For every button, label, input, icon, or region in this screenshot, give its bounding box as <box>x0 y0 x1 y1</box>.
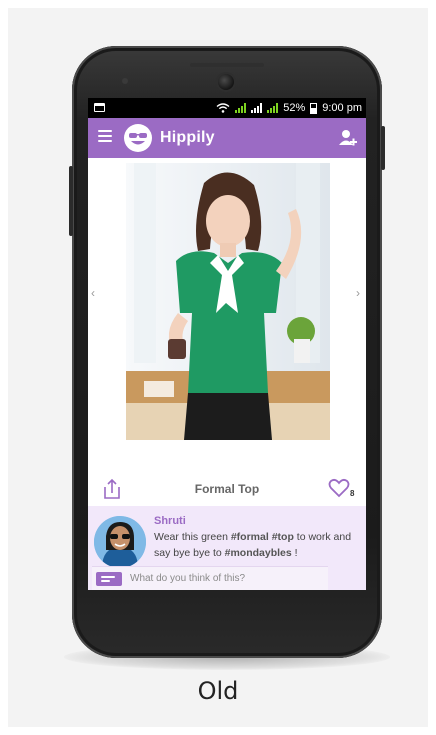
clock: 9:00 pm <box>322 102 362 114</box>
phone-screen: 52% 9:00 pm Hippily ‹ › Formal Top 8 Shr… <box>88 98 366 590</box>
hamburger-icon[interactable] <box>98 130 112 144</box>
app-bar: Hippily <box>88 118 366 158</box>
wifi-icon <box>216 103 230 113</box>
phone-frame: 52% 9:00 pm Hippily ‹ › Formal Top 8 Shr… <box>69 46 385 658</box>
earpiece <box>190 63 264 67</box>
smiley-sunglasses-logo-icon <box>124 124 152 152</box>
app-title: Hippily <box>160 129 215 146</box>
footer-label: Old <box>197 677 239 705</box>
avatar[interactable] <box>94 516 146 568</box>
signal-icon-1 <box>235 103 247 113</box>
like-count: 8 <box>350 489 355 498</box>
volume-button <box>69 166 73 236</box>
signal-icon-3 <box>267 103 279 113</box>
comment-input[interactable] <box>130 573 320 584</box>
notification-icon <box>94 103 105 112</box>
add-user-icon[interactable] <box>336 127 358 149</box>
comment-text-part: Wear this green <box>154 531 231 543</box>
power-button <box>381 126 385 170</box>
post-caption: Formal Top <box>194 482 260 496</box>
comment-icon <box>96 572 122 586</box>
status-bar: 52% 9:00 pm <box>88 98 366 118</box>
comment-username[interactable]: Shruti <box>154 515 186 527</box>
signal-icon-2 <box>251 103 263 113</box>
battery-percent: 52% <box>283 102 306 114</box>
hashtag-top[interactable]: #top <box>272 531 294 543</box>
post-action-row: Formal Top 8 <box>88 472 366 506</box>
photo-carousel[interactable]: ‹ › <box>88 158 366 448</box>
hashtag-formal[interactable]: #formal <box>231 531 269 543</box>
comment-text: Wear this green #formal #top to work and… <box>154 529 359 561</box>
chevron-right-icon[interactable]: › <box>356 286 360 300</box>
product-photo[interactable] <box>126 163 330 440</box>
comment-input-bar <box>92 566 328 590</box>
battery-icon <box>310 102 318 114</box>
hashtag-mondaybles[interactable]: #mondaybles <box>225 547 292 559</box>
heart-icon[interactable] <box>328 477 350 499</box>
comment-text-part: ! <box>291 547 298 559</box>
proximity-sensor <box>122 78 128 84</box>
chevron-left-icon[interactable]: ‹ <box>91 286 95 300</box>
front-camera <box>218 74 234 90</box>
